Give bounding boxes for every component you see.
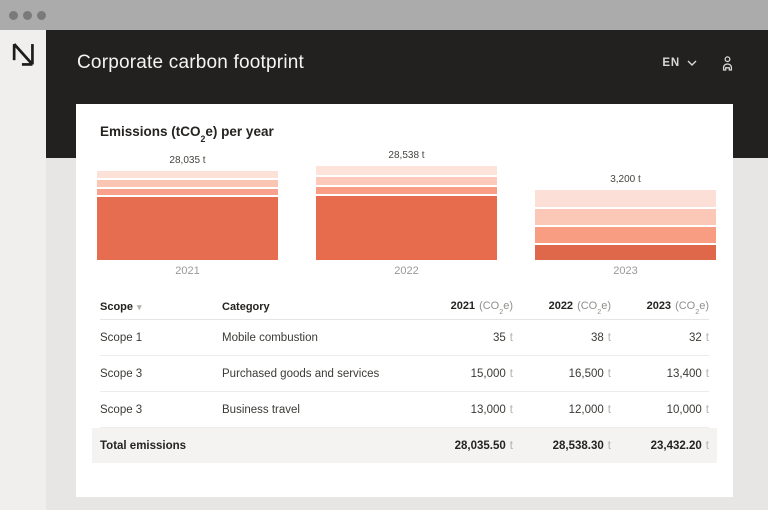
sidebar xyxy=(0,30,46,510)
total-row: Total emissions 28,035.50t 28,538.30t 23… xyxy=(92,428,717,463)
cell-value: 35t xyxy=(415,332,513,344)
bar-segment xyxy=(316,187,497,194)
normative-logo-icon[interactable] xyxy=(10,42,37,69)
bar-segments xyxy=(316,166,497,260)
column-header-2021: 2021(CO2e) xyxy=(415,300,513,314)
bar-total-label: 3,200 t xyxy=(535,174,716,185)
bar-segment xyxy=(535,209,716,225)
bar-year-label: 2022 xyxy=(316,265,497,277)
cell-scope: Scope 1 xyxy=(100,332,222,344)
bar-group-2022: 28,538 t 2022 xyxy=(316,150,497,277)
account-button[interactable] xyxy=(721,56,734,71)
language-label: EN xyxy=(662,57,680,69)
bar-segment xyxy=(97,197,278,260)
bar-segments xyxy=(535,190,716,260)
cell-scope: Scope 3 xyxy=(100,404,222,416)
total-label: Total emissions xyxy=(100,440,222,452)
table-row: Scope 3 Business travel 13,000t 12,000t … xyxy=(100,392,709,428)
content-card: Emissions (tCO2e) per year 28,035 t 2021… xyxy=(76,104,733,497)
cell-category: Purchased goods and services xyxy=(222,368,415,380)
bar-year-label: 2023 xyxy=(535,265,716,277)
column-header-category: Category xyxy=(222,301,415,313)
cell-value: 12,000t xyxy=(513,404,611,416)
bar-segment xyxy=(97,171,278,178)
bar-segment xyxy=(97,189,278,195)
bar-group-2023: 3,200 t 2023 xyxy=(535,174,716,277)
language-selector[interactable]: EN xyxy=(662,57,697,69)
bar-segment xyxy=(316,166,497,175)
cell-value: 16,500t xyxy=(513,368,611,380)
bar-total-label: 28,538 t xyxy=(316,150,497,161)
page-title: Corporate carbon footprint xyxy=(77,52,304,74)
bar-segment xyxy=(535,227,716,243)
cell-category: Mobile combustion xyxy=(222,332,415,344)
total-value: 23,432.20t xyxy=(611,440,709,452)
window-control-dot[interactable] xyxy=(37,11,46,20)
bar-segment xyxy=(316,177,497,185)
window-control-dot[interactable] xyxy=(23,11,32,20)
cell-value: 10,000t xyxy=(611,404,709,416)
cell-value: 15,000t xyxy=(415,368,513,380)
cell-value: 38t xyxy=(513,332,611,344)
column-header-scope[interactable]: Scope▾ xyxy=(100,301,222,313)
emissions-chart: 28,035 t 2021 28,538 t 2022 3,200 t 2023 xyxy=(97,104,716,277)
table-row: Scope 1 Mobile combustion 35t 38t 32t xyxy=(100,320,709,356)
cell-scope: Scope 3 xyxy=(100,368,222,380)
bar-segment xyxy=(316,196,497,260)
column-header-2023: 2023(CO2e) xyxy=(611,300,709,314)
bar-segment xyxy=(535,245,716,260)
sort-caret-icon: ▾ xyxy=(137,302,142,312)
window-titlebar xyxy=(0,0,768,30)
bar-total-label: 28,035 t xyxy=(97,155,278,166)
emissions-table: Scope▾ Category 2021(CO2e) 2022(CO2e) 20… xyxy=(100,295,709,463)
bar-segments xyxy=(97,171,278,260)
bar-group-2021: 28,035 t 2021 xyxy=(97,155,278,277)
column-header-2022: 2022(CO2e) xyxy=(513,300,611,314)
cell-category: Business travel xyxy=(222,404,415,416)
table-header-row: Scope▾ Category 2021(CO2e) 2022(CO2e) 20… xyxy=(100,295,709,320)
cell-value: 13,400t xyxy=(611,368,709,380)
chevron-down-icon xyxy=(687,60,697,66)
cell-value: 13,000t xyxy=(415,404,513,416)
bar-year-label: 2021 xyxy=(97,265,278,277)
bar-segment xyxy=(97,180,278,187)
cell-value: 32t xyxy=(611,332,709,344)
total-value: 28,538.30t xyxy=(513,440,611,452)
total-value: 28,035.50t xyxy=(415,440,513,452)
window-control-dot[interactable] xyxy=(9,11,18,20)
bar-segment xyxy=(535,190,716,207)
table-row: Scope 3 Purchased goods and services 15,… xyxy=(100,356,709,392)
